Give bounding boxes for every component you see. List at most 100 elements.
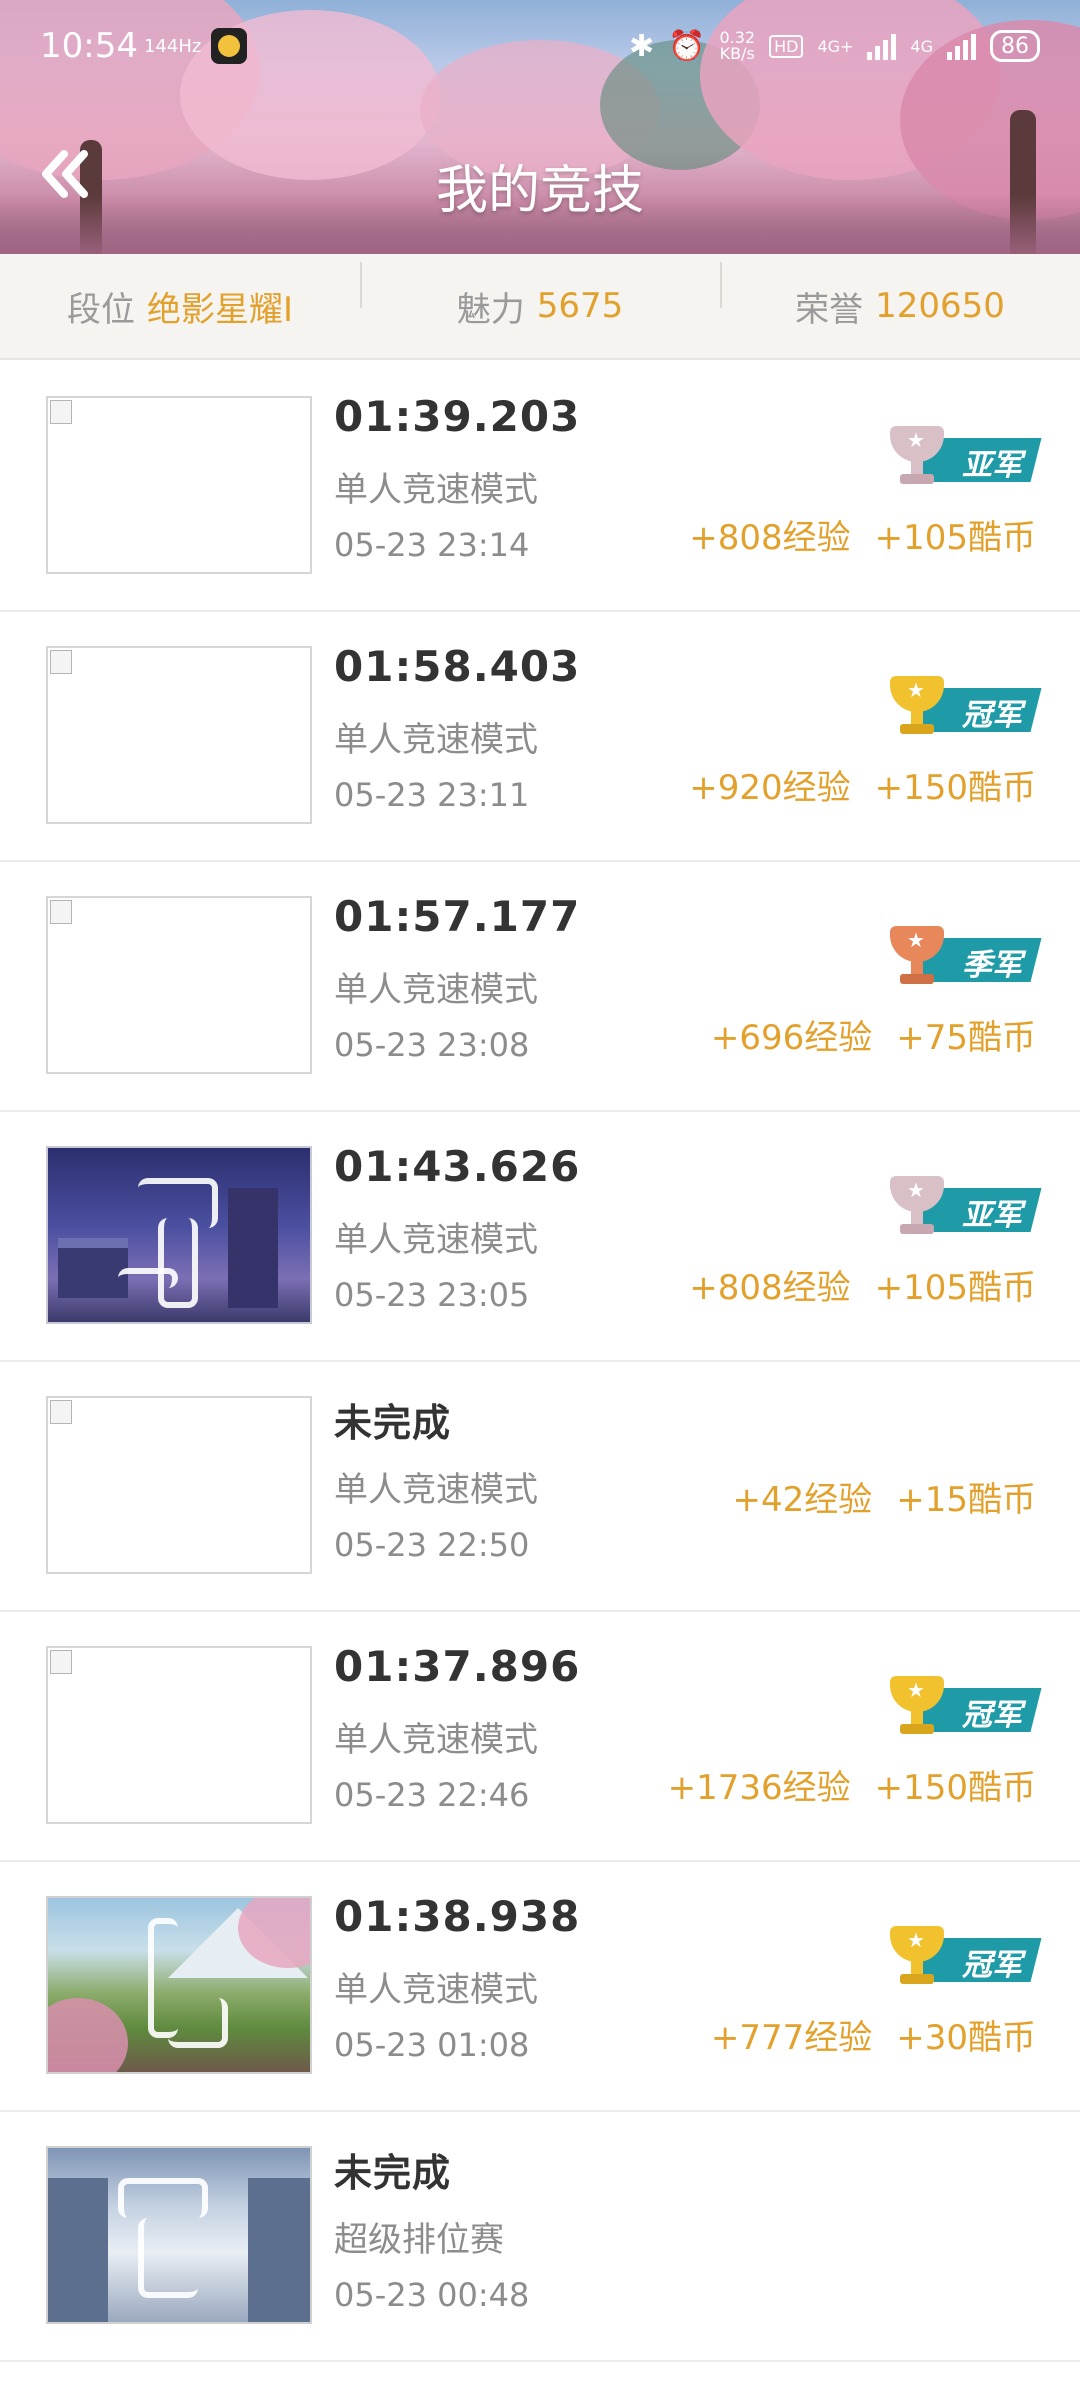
track-thumbnail [46, 2146, 312, 2324]
record-rewards: +920经验 +150酷币 [689, 760, 1036, 809]
trophy-icon: ★ [882, 676, 952, 738]
coin-reward: +105酷币 [874, 518, 1036, 558]
record-result: 未完成 [334, 1401, 452, 1445]
stat-label: 魅力 [456, 289, 525, 330]
coin-reward: +15酷币 [896, 1480, 1036, 1520]
record-mode: 单人竞速模式 [334, 1720, 538, 1760]
stat-label: 段位 [66, 289, 135, 330]
network-speed: 0.32 KB/s [719, 30, 755, 62]
record-row[interactable]: 未完成 单人竞速模式 05-23 22:50 +42经验 +15酷币 [0, 1362, 1080, 1612]
battery-level: 86 [1001, 33, 1029, 59]
signal-icon [947, 32, 976, 60]
record-date: 05-23 23:11 [334, 776, 530, 814]
stat-honor: 荣誉 120650 [720, 261, 1080, 331]
record-mode: 单人竞速模式 [334, 970, 538, 1010]
gold-trophy-badge: ★ 冠军 [876, 1926, 1042, 1988]
record-result: 01:43.626 [334, 1142, 581, 1191]
record-date: 05-23 23:05 [334, 1276, 530, 1314]
exp-reward: +920经验 [689, 768, 851, 808]
record-row[interactable]: 01:39.203 单人竞速模式 05-23 23:14 ★ 亚军 +808经验… [0, 362, 1080, 612]
silver-trophy-badge: ★ 亚军 [876, 1176, 1042, 1238]
network-type-2: 4G [910, 36, 933, 56]
track-thumbnail [46, 1896, 312, 2074]
record-row[interactable]: 01:43.626 单人竞速模式 05-23 23:05 ★ 亚军 +808经验… [0, 1112, 1080, 1362]
exp-reward: +777经验 [710, 2018, 873, 2058]
speed-unit: KB/s [719, 44, 755, 63]
app-notification-icon [211, 28, 248, 64]
track-thumbnail [46, 396, 312, 574]
record-result: 01:37.896 [334, 1642, 581, 1691]
blossom-decoration [48, 1998, 128, 2072]
record-rewards: +696经验 +75酷币 [711, 1010, 1036, 1059]
stat-value: 绝影星耀I [146, 289, 294, 330]
pillar-decoration [48, 2178, 108, 2322]
stat-value: 120650 [875, 286, 1005, 326]
coin-reward: +30酷币 [896, 2018, 1036, 2058]
coin-reward: +150酷币 [874, 768, 1036, 808]
bronze-trophy-badge: ★ 季军 [876, 926, 1042, 988]
badge-label: 冠军 [962, 698, 1022, 733]
record-rewards: +808经验 +105酷币 [689, 510, 1036, 559]
record-mode: 超级排位赛 [334, 2220, 504, 2260]
track-thumbnail [46, 646, 312, 824]
exp-reward: +808经验 [689, 518, 851, 558]
record-result: 未完成 [334, 2151, 452, 2195]
stat-value: 5675 [536, 286, 624, 326]
record-list: 01:39.203 单人竞速模式 05-23 23:14 ★ 亚军 +808经验… [0, 362, 1080, 2362]
pillar-decoration [248, 2178, 310, 2322]
battery-icon: 86 [990, 30, 1040, 62]
record-date: 05-23 22:46 [334, 1776, 530, 1814]
exp-reward: +808经验 [689, 1268, 851, 1308]
record-date: 05-23 00:48 [334, 2276, 530, 2314]
badge-label: 亚军 [962, 1198, 1022, 1233]
trophy-icon: ★ [882, 426, 952, 488]
status-icons: ✱ ⏰ 0.32 KB/s HD 4G+ 4G 86 [629, 29, 1040, 64]
stat-rank: 段位 绝影星耀I [0, 282, 360, 331]
badge-label: 冠军 [962, 1948, 1022, 1983]
record-mode: 单人竞速模式 [334, 1220, 538, 1260]
badge-label: 季军 [962, 948, 1022, 983]
record-row[interactable]: 01:57.177 单人竞速模式 05-23 23:08 ★ 季军 +696经验… [0, 862, 1080, 1112]
record-date: 05-23 23:14 [334, 526, 530, 564]
coin-reward: +105酷币 [874, 1268, 1036, 1308]
record-result: 01:38.938 [334, 1892, 581, 1941]
exp-reward: +1736经验 [667, 1768, 851, 1808]
page-title: 我的竞技 [435, 161, 644, 221]
refresh-rate: 144Hz [143, 35, 202, 57]
coin-reward: +75酷币 [896, 1018, 1036, 1058]
record-rewards: +777经验 +30酷币 [711, 2010, 1036, 2059]
record-date: 05-23 01:08 [334, 2026, 530, 2064]
track-thumbnail [46, 896, 312, 1074]
tower-decoration [228, 1188, 278, 1308]
record-rewards: +42经验 +15酷币 [732, 1472, 1036, 1521]
trophy-icon: ★ [882, 926, 952, 988]
badge-label: 亚军 [962, 448, 1022, 483]
exp-reward: +42经验 [732, 1480, 873, 1520]
stats-bar: 段位 绝影星耀I 魅力 5675 荣誉 120650 [0, 254, 1080, 360]
stat-charm: 魅力 5675 [360, 261, 720, 331]
bluetooth-icon: ✱ [628, 28, 655, 64]
record-row[interactable]: 未完成 超级排位赛 05-23 00:48 [0, 2112, 1080, 2362]
record-rewards: +808经验 +105酷币 [689, 1260, 1036, 1309]
record-date: 05-23 23:08 [334, 1026, 530, 1064]
signal-icon [867, 32, 897, 60]
record-mode: 单人竞速模式 [334, 720, 538, 760]
status-time: 10:54 [40, 26, 138, 66]
stat-label: 荣誉 [795, 289, 864, 330]
record-rewards: +1736经验 +150酷币 [668, 1760, 1036, 1809]
track-thumbnail [46, 1396, 312, 1574]
record-date: 05-23 22:50 [334, 1526, 530, 1564]
record-mode: 单人竞速模式 [334, 1470, 538, 1510]
exp-reward: +696经验 [710, 1018, 873, 1058]
record-row[interactable]: 01:38.938 单人竞速模式 05-23 01:08 ★ 冠军 +777经验… [0, 1862, 1080, 2112]
track-thumbnail [46, 1146, 312, 1324]
hd-icon: HD [769, 34, 804, 58]
record-result: 01:39.203 [334, 392, 581, 441]
alarm-icon: ⏰ [668, 28, 706, 64]
badge-label: 冠军 [962, 1698, 1022, 1733]
record-row[interactable]: 01:37.896 单人竞速模式 05-23 22:46 ★ 冠军 +1736经… [0, 1612, 1080, 1862]
trophy-icon: ★ [882, 1676, 952, 1738]
record-row[interactable]: 01:58.403 单人竞速模式 05-23 23:11 ★ 冠军 +920经验… [0, 612, 1080, 862]
network-type-1: 4G+ [817, 36, 854, 56]
building-decoration [58, 1238, 128, 1298]
